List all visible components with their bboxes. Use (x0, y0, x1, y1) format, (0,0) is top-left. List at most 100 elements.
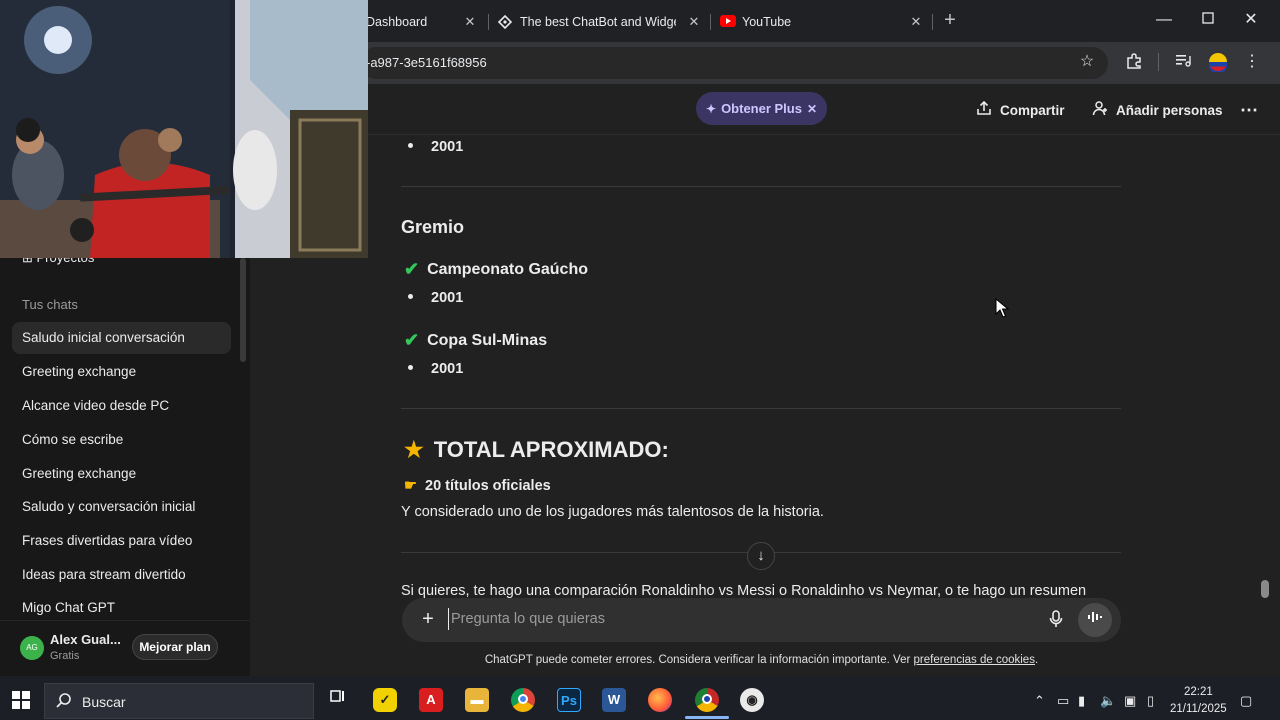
chrome-profile-icon[interactable] (695, 688, 719, 712)
close-icon[interactable]: ✕ (908, 14, 924, 30)
chat-item[interactable]: Saludo y conversación inicial (12, 491, 231, 523)
chat-item[interactable]: Cómo se escribe (12, 424, 231, 456)
user-avatar[interactable]: AG (20, 636, 44, 660)
pointing-hand-icon: ☛ (404, 478, 417, 494)
address-text[interactable]: -a987-3e5161f68956 (366, 55, 487, 70)
close-icon[interactable]: ✕ (462, 14, 478, 30)
tab-chatbot[interactable]: The best ChatBot and Widgets ✕ (497, 6, 702, 38)
maximize-icon[interactable] (1198, 10, 1218, 30)
assistant-message: 2001 Gremio ✔ Campeonato Gaúcho 2001 ✔ C… (368, 135, 1270, 600)
tab-divider (932, 14, 933, 30)
volume-icon[interactable]: 🔈 (1100, 693, 1116, 709)
get-plus-pill[interactable]: ✦ Obtener Plus ✕ (696, 92, 827, 125)
new-tab-plus-icon[interactable]: + (940, 10, 960, 30)
bullet (408, 364, 413, 370)
add-user-icon (1092, 100, 1108, 120)
get-plus-label[interactable]: Obtener Plus (721, 101, 802, 116)
checkmark-icon: ✔ (404, 259, 420, 279)
tab-dashboard[interactable]: Dashboard ✕ (366, 6, 478, 38)
total-heading-text: TOTAL APROXIMADO: (433, 437, 669, 462)
close-icon[interactable]: ✕ (686, 14, 702, 30)
add-people-button[interactable]: Añadir personas (1092, 100, 1223, 120)
prompt-input[interactable] (448, 608, 1008, 630)
menu-kebab-icon[interactable]: ⋮ (1242, 52, 1262, 72)
window-close-icon[interactable]: ✕ (1241, 10, 1261, 30)
chat-item[interactable]: Greeting exchange (12, 458, 231, 490)
mouse-cursor-icon (995, 298, 1009, 318)
network-icon[interactable]: ▣ (1124, 693, 1136, 709)
acrobat-icon[interactable]: A (419, 688, 443, 712)
sparkle-icon: ✦ (706, 101, 717, 116)
word-icon[interactable]: W (602, 688, 626, 712)
meet-now-icon[interactable]: ▭ (1057, 693, 1069, 709)
cookie-preferences-link[interactable]: preferencias de cookies (914, 654, 1035, 666)
share-button[interactable]: Compartir (976, 100, 1065, 120)
title-name: Campeonato Gaúcho (427, 260, 588, 278)
bullet (408, 293, 413, 299)
add-attachment-plus-icon[interactable]: + (418, 608, 438, 630)
tab-divider (488, 14, 489, 30)
total-count: ☛ 20 títulos oficiales (404, 478, 551, 494)
tab-title: Dashboard (366, 15, 428, 29)
file-explorer-icon[interactable]: ▬ (465, 688, 489, 712)
chrome-icon[interactable] (511, 688, 535, 712)
voice-mode-icon[interactable] (1078, 603, 1112, 637)
share-upload-icon (976, 100, 992, 120)
title-row: ✔ Copa Sul-Minas (404, 330, 547, 351)
user-plan: Gratis (50, 650, 80, 662)
webcam-overlay (0, 0, 368, 258)
main-scrollbar[interactable] (1261, 580, 1269, 598)
search-label[interactable]: Buscar (82, 694, 126, 710)
list-item-text: 2001 (431, 290, 464, 306)
minimize-icon[interactable]: — (1154, 10, 1174, 30)
extensions-puzzle-icon[interactable] (1124, 52, 1144, 72)
chat-item[interactable]: Greeting exchange (12, 356, 231, 388)
notifications-icon[interactable]: ▢ (1240, 693, 1252, 709)
toolbar-divider (1158, 53, 1159, 71)
windows-start-icon[interactable] (12, 691, 30, 709)
microphone-tray-icon[interactable]: ▯ (1147, 693, 1154, 709)
tab-youtube[interactable]: YouTube ✕ (720, 6, 924, 38)
profile-avatar-icon[interactable] (1208, 52, 1228, 74)
chevron-up-icon[interactable]: ⌃ (1034, 693, 1045, 709)
sidebar-scrollbar[interactable] (240, 258, 246, 362)
section-divider (401, 186, 1121, 187)
chat-item[interactable]: Alcance video desde PC (12, 390, 231, 422)
photoshop-icon[interactable]: Ps (557, 688, 581, 712)
list-item: 2001 (408, 139, 463, 155)
obs-recording-icon[interactable]: ◉ (740, 688, 764, 712)
user-name[interactable]: Alex Gual... (50, 632, 121, 647)
title-name: Copa Sul-Minas (427, 331, 548, 349)
star-icon: ★ (404, 437, 424, 462)
list-item: 2001 (408, 290, 463, 306)
chat-item[interactable]: Ideas para stream divertido (12, 559, 231, 591)
list-item-text: 2001 (431, 139, 464, 155)
checkmark-icon: ✔ (404, 330, 420, 350)
chats-heading: Tus chats (22, 297, 78, 312)
tab-title: The best ChatBot and Widgets (520, 15, 676, 29)
close-icon[interactable]: ✕ (807, 102, 817, 116)
tasks-app-icon[interactable]: ✓ (373, 688, 397, 712)
tab-divider (710, 14, 711, 30)
chat-item[interactable]: Saludo inicial conversación (12, 322, 231, 354)
list-item-text: 2001 (431, 361, 464, 377)
bullet (408, 142, 413, 148)
upgrade-plan-button[interactable]: Mejorar plan (132, 634, 218, 660)
add-people-label: Añadir personas (1116, 102, 1223, 118)
scroll-down-arrow-icon[interactable]: ↓ (747, 542, 775, 570)
microphone-icon[interactable] (1046, 609, 1066, 629)
firefox-icon[interactable] (648, 688, 672, 712)
disclaimer: ChatGPT puede cometer errores. Considera… (368, 654, 1155, 666)
active-app-indicator (685, 716, 729, 719)
clock-date[interactable]: 21/11/2025 (1170, 703, 1227, 715)
task-view-icon[interactable] (325, 688, 349, 712)
share-label: Compartir (1000, 102, 1065, 118)
battery-icon[interactable]: ▮ (1078, 693, 1085, 709)
media-control-icon[interactable] (1174, 52, 1194, 72)
star-bookmark-icon[interactable]: ☆ (1077, 52, 1097, 72)
total-heading: ★ TOTAL APROXIMADO: (404, 437, 669, 463)
more-options-icon[interactable]: ⋯ (1240, 100, 1258, 120)
summary-text: Y considerado uno de los jugadores más t… (401, 504, 824, 520)
clock-time[interactable]: 22:21 (1184, 686, 1213, 698)
chat-item[interactable]: Frases divertidas para vídeo (12, 525, 231, 557)
